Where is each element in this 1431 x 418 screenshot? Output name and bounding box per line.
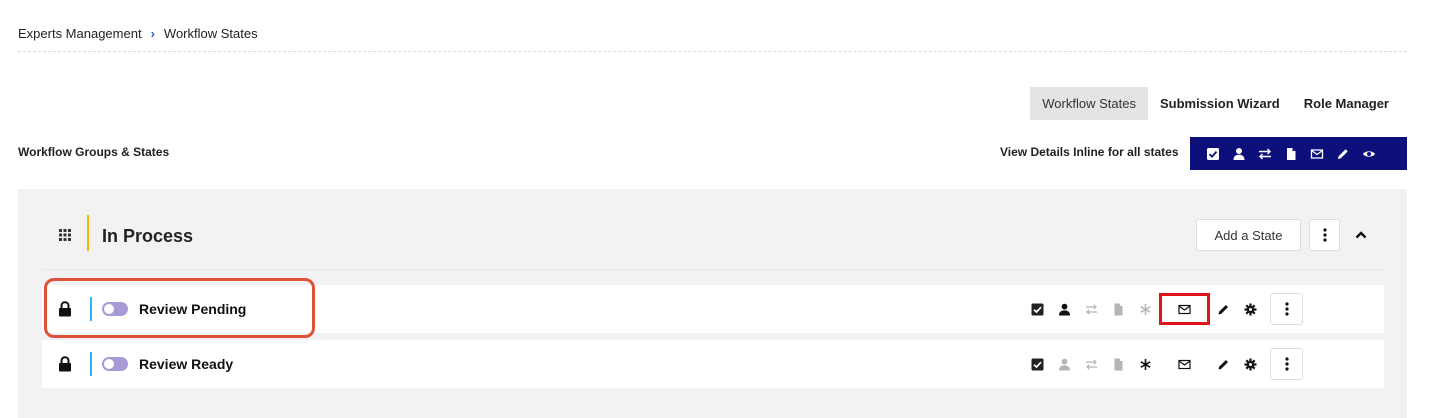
pencil-icon[interactable] bbox=[1210, 340, 1237, 388]
state-name: Review Ready bbox=[139, 356, 234, 372]
drag-grid-icon[interactable] bbox=[59, 229, 71, 241]
breadcrumb-parent[interactable]: Experts Management bbox=[18, 26, 142, 41]
state-more-button[interactable] bbox=[1270, 348, 1303, 380]
asterisk-icon[interactable] bbox=[1132, 285, 1159, 333]
envelope-icon[interactable] bbox=[1159, 340, 1210, 388]
breadcrumb-current: Workflow States bbox=[163, 25, 258, 41]
person-icon[interactable] bbox=[1051, 340, 1078, 388]
envelope-icon[interactable] bbox=[1304, 137, 1330, 170]
group-header: In Process Add a State bbox=[18, 189, 1407, 269]
document-icon[interactable] bbox=[1278, 137, 1304, 170]
swap-arrows-icon[interactable] bbox=[1078, 285, 1105, 333]
top-tabs: Workflow States Submission Wizard Role M… bbox=[1030, 87, 1401, 120]
check-square-icon[interactable] bbox=[1200, 137, 1226, 170]
state-more-button[interactable] bbox=[1270, 293, 1303, 325]
lock-icon[interactable] bbox=[58, 356, 72, 372]
check-square-icon[interactable] bbox=[1024, 285, 1051, 333]
check-square-icon[interactable] bbox=[1024, 340, 1051, 388]
swap-arrows-icon[interactable] bbox=[1078, 340, 1105, 388]
state-row: Review Ready bbox=[42, 340, 1384, 388]
pencil-icon[interactable] bbox=[1330, 137, 1356, 170]
annotation-highlight bbox=[44, 278, 315, 338]
header-divider bbox=[42, 269, 1384, 270]
inline-details-label: View Details Inline for all states bbox=[1000, 145, 1179, 159]
tab-role-manager[interactable]: Role Manager bbox=[1292, 87, 1401, 120]
group-more-button[interactable] bbox=[1309, 219, 1340, 251]
eye-icon[interactable] bbox=[1356, 137, 1382, 170]
pencil-icon[interactable] bbox=[1210, 285, 1237, 333]
state-actions bbox=[1024, 285, 1303, 333]
state-toggle[interactable] bbox=[102, 357, 128, 371]
person-icon[interactable] bbox=[1226, 137, 1252, 170]
add-state-button[interactable]: Add a State bbox=[1196, 219, 1301, 251]
breadcrumb: Experts Management › Workflow States bbox=[18, 24, 258, 42]
gear-icon[interactable] bbox=[1237, 285, 1264, 333]
asterisk-icon[interactable] bbox=[1132, 340, 1159, 388]
document-icon[interactable] bbox=[1105, 340, 1132, 388]
view-details-toolbar bbox=[1190, 137, 1407, 170]
section-title: Workflow Groups & States bbox=[18, 145, 170, 159]
document-icon[interactable] bbox=[1105, 285, 1132, 333]
kebab-icon bbox=[1284, 302, 1289, 316]
group-accent-bar bbox=[87, 215, 89, 251]
collapse-group-button[interactable] bbox=[1351, 225, 1371, 245]
tab-submission-wizard[interactable]: Submission Wizard bbox=[1148, 87, 1292, 120]
state-accent-bar bbox=[90, 352, 92, 376]
chevron-up-icon bbox=[1355, 231, 1367, 239]
divider bbox=[18, 51, 1407, 52]
gear-icon[interactable] bbox=[1237, 340, 1264, 388]
envelope-icon[interactable] bbox=[1159, 293, 1210, 325]
tab-workflow-states[interactable]: Workflow States bbox=[1030, 87, 1148, 120]
state-actions bbox=[1024, 340, 1303, 388]
swap-arrows-icon[interactable] bbox=[1252, 137, 1278, 170]
kebab-icon bbox=[1322, 228, 1327, 242]
person-icon[interactable] bbox=[1051, 285, 1078, 333]
chevron-right-icon: › bbox=[150, 25, 155, 41]
kebab-icon bbox=[1284, 357, 1289, 371]
group-title: In Process bbox=[102, 226, 194, 246]
